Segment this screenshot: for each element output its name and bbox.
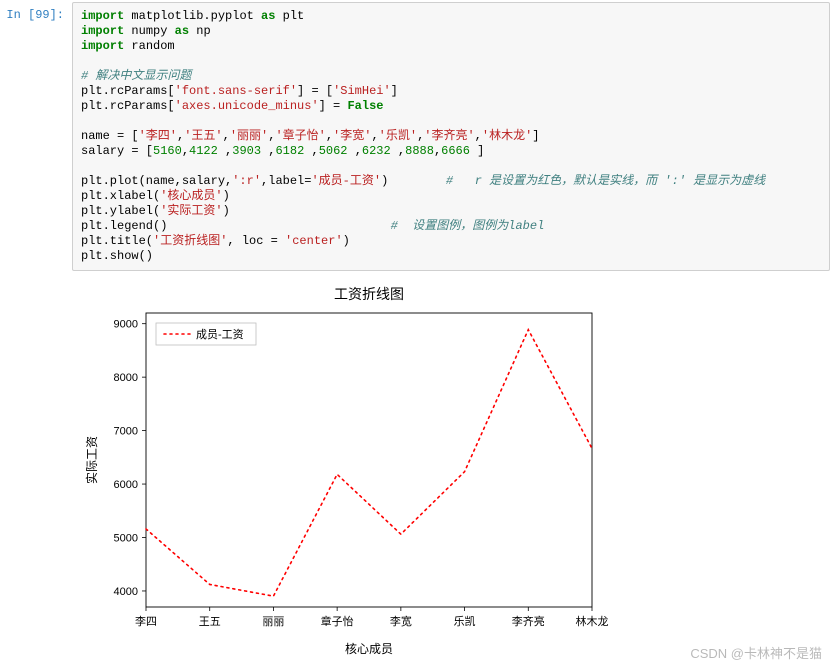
xlabel: 核心成员	[345, 642, 393, 656]
ytick-label: 7000	[114, 426, 138, 438]
xtick-label: 丽丽	[262, 616, 284, 628]
ylabel: 实际工资	[84, 436, 99, 484]
watermark: CSDN @卡林神不是猫	[690, 643, 822, 662]
code-token: 5062	[319, 144, 348, 158]
code-token: 'font.sans-serif'	[175, 84, 297, 98]
ytick-label: 8000	[114, 372, 138, 384]
ytick-label: 6000	[114, 479, 138, 491]
code-token: '乐凯'	[379, 129, 417, 143]
cell-prompt: In [99]:	[0, 2, 72, 271]
code-token: plt.show()	[81, 249, 153, 263]
code-token: ,	[223, 129, 230, 143]
code-token: ,	[371, 129, 378, 143]
code-token: '实际工资'	[160, 204, 222, 218]
series-line	[146, 330, 592, 596]
code-token: '林木龙'	[482, 129, 532, 143]
code-token: False	[347, 99, 383, 113]
legend-label: 成员-工资	[196, 328, 244, 341]
code-token: as	[261, 9, 275, 23]
xtick-label: 王五	[199, 616, 221, 628]
code-token: ,	[304, 144, 318, 158]
code-token: , loc =	[227, 234, 285, 248]
code-token: '李齐亮'	[424, 129, 474, 143]
code-token: plt.xlabel(	[81, 189, 160, 203]
code-token: '核心成员'	[160, 189, 222, 203]
xtick-label: 李齐亮	[512, 614, 545, 628]
line-chart: 工资折线图 4000 5000 6000 7000 8000 9000 李四 王五 丽丽 章子怡 李宽…	[72, 281, 612, 661]
code-token: plt	[275, 9, 304, 23]
code-token: 6182	[275, 144, 304, 158]
code-token: plt.ylabel(	[81, 204, 160, 218]
code-token: np	[189, 24, 211, 38]
code-token: )	[223, 204, 230, 218]
code-token: import	[81, 24, 124, 38]
chart-container: 工资折线图 4000 5000 6000 7000 8000 9000 李四 王五 丽丽 章子怡 李宽…	[72, 281, 612, 665]
code-token: )	[381, 174, 446, 188]
code-token: ,	[261, 144, 275, 158]
code-token: # 解决中文显示问题	[81, 69, 191, 83]
code-token: '王五'	[184, 129, 222, 143]
code-token: '工资折线图'	[153, 234, 227, 248]
code-token: ':r'	[232, 174, 261, 188]
code-token: 6666	[441, 144, 470, 158]
code-token: plt.rcParams[	[81, 84, 175, 98]
xtick-label: 李四	[135, 614, 157, 628]
code-token: numpy	[124, 24, 174, 38]
ytick-label: 5000	[114, 533, 138, 545]
code-token: 8888	[405, 144, 434, 158]
code-token: '章子怡'	[275, 129, 325, 143]
code-token: 3903	[232, 144, 261, 158]
code-token: )	[343, 234, 350, 248]
code-token: 'axes.unicode_minus'	[175, 99, 319, 113]
code-token: ]	[470, 144, 484, 158]
notebook-cell: In [99]: import matplotlib.pyplot as plt…	[0, 0, 830, 273]
code-token: salary = [	[81, 144, 153, 158]
xtick-label: 林木龙	[576, 614, 609, 628]
plot-frame	[146, 313, 592, 607]
code-token: '李四'	[139, 129, 177, 143]
code-token: 5160	[153, 144, 182, 158]
code-token: matplotlib.pyplot	[124, 9, 261, 23]
code-input-area[interactable]: import matplotlib.pyplot as plt import n…	[72, 2, 830, 271]
code-token: '丽丽'	[230, 129, 268, 143]
code-token: random	[124, 39, 174, 53]
code-token: plt.title(	[81, 234, 153, 248]
code-token: plt.legend()	[81, 219, 391, 233]
code-token: ,	[391, 144, 405, 158]
code-token: # r 是设置为红色，默认是实线，而 ':' 是显示为虚线	[446, 174, 765, 188]
code-token: # 设置图例，图例为label	[391, 219, 545, 233]
code-token: ,	[182, 144, 189, 158]
code-token: as	[175, 24, 189, 38]
code-token: plt.plot(name,salary,	[81, 174, 232, 188]
code-token: ] =	[319, 99, 348, 113]
code-token: ,	[218, 144, 232, 158]
code-token: ,label=	[261, 174, 311, 188]
ytick-label: 4000	[114, 586, 138, 598]
ytick-label: 9000	[114, 319, 138, 331]
code-token: 6232	[362, 144, 391, 158]
xtick-label: 章子怡	[321, 614, 354, 628]
xtick-label: 李宽	[390, 614, 412, 628]
code-token: )	[223, 189, 230, 203]
cell-output: 工资折线图 4000 5000 6000 7000 8000 9000 李四 王五 丽丽 章子怡 李宽…	[0, 273, 830, 665]
code-token: ,	[326, 129, 333, 143]
code-token: name = [	[81, 129, 139, 143]
code-token: ]	[391, 84, 398, 98]
code-token: ,	[475, 129, 482, 143]
code-token: 'center'	[285, 234, 343, 248]
code-token: plt.rcParams[	[81, 99, 175, 113]
code-token: import	[81, 39, 124, 53]
code-token: ]	[532, 129, 539, 143]
code-token: 4122	[189, 144, 218, 158]
xtick-label: 乐凯	[454, 615, 476, 628]
code-token: ,	[348, 144, 362, 158]
code-token: '成员-工资'	[311, 174, 381, 188]
code-token: 'SimHei'	[333, 84, 391, 98]
code-token: import	[81, 9, 124, 23]
code-token: ] = [	[297, 84, 333, 98]
chart-title: 工资折线图	[334, 286, 404, 302]
code-token: '李宽'	[333, 129, 371, 143]
